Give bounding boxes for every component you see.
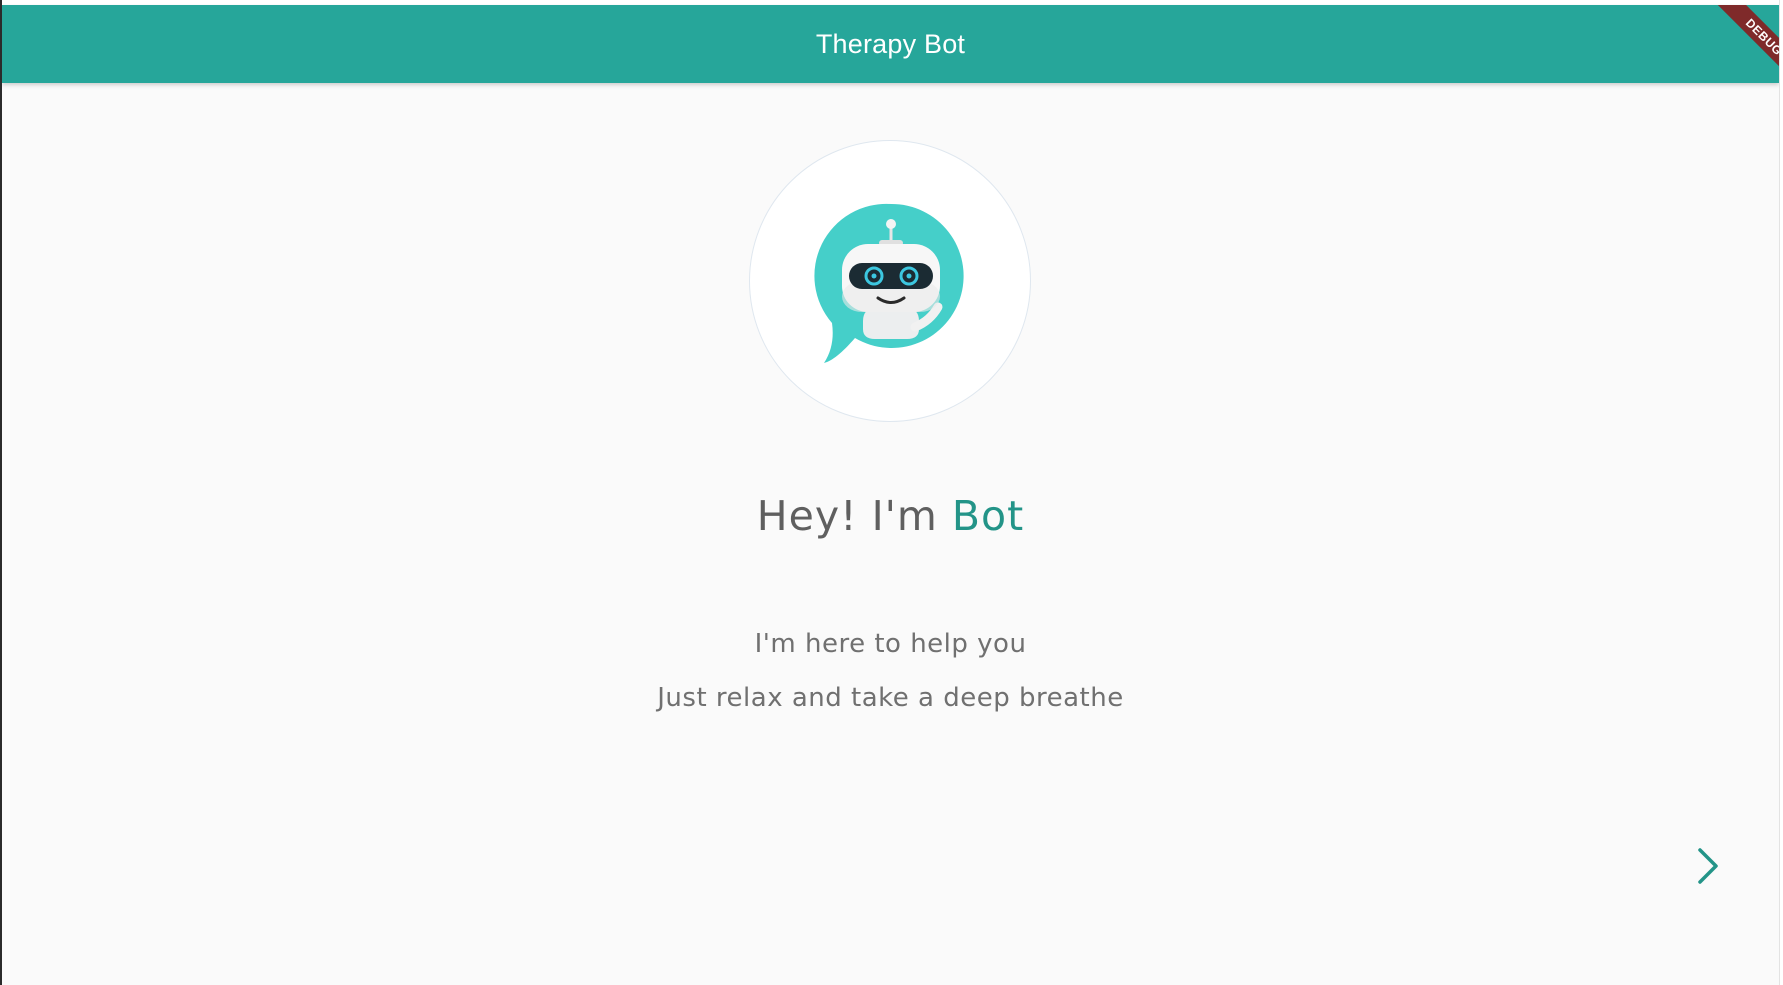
chevron-right-icon — [1698, 848, 1718, 884]
app-bar-title: Therapy Bot — [815, 29, 966, 59]
robot-chat-bubble-icon — [814, 203, 964, 363]
bot-name: Bot — [951, 492, 1025, 540]
help-message: I'm here to help you — [754, 629, 1027, 659]
window-left-border — [0, 0, 2, 985]
app-window: Therapy Bot DEBUG Hey! I'm Bot I'm here … — [0, 0, 1783, 985]
window-right-border — [1779, 0, 1783, 985]
greeting-heading: Hey! I'm Bot — [0, 492, 1781, 540]
next-button[interactable] — [1688, 840, 1728, 892]
greeting-prefix: Hey! I'm — [756, 492, 938, 540]
relax-message: Just relax and take a deep breathe — [657, 683, 1124, 713]
bot-avatar — [749, 140, 1031, 422]
app-bar: Therapy Bot — [2, 5, 1779, 83]
